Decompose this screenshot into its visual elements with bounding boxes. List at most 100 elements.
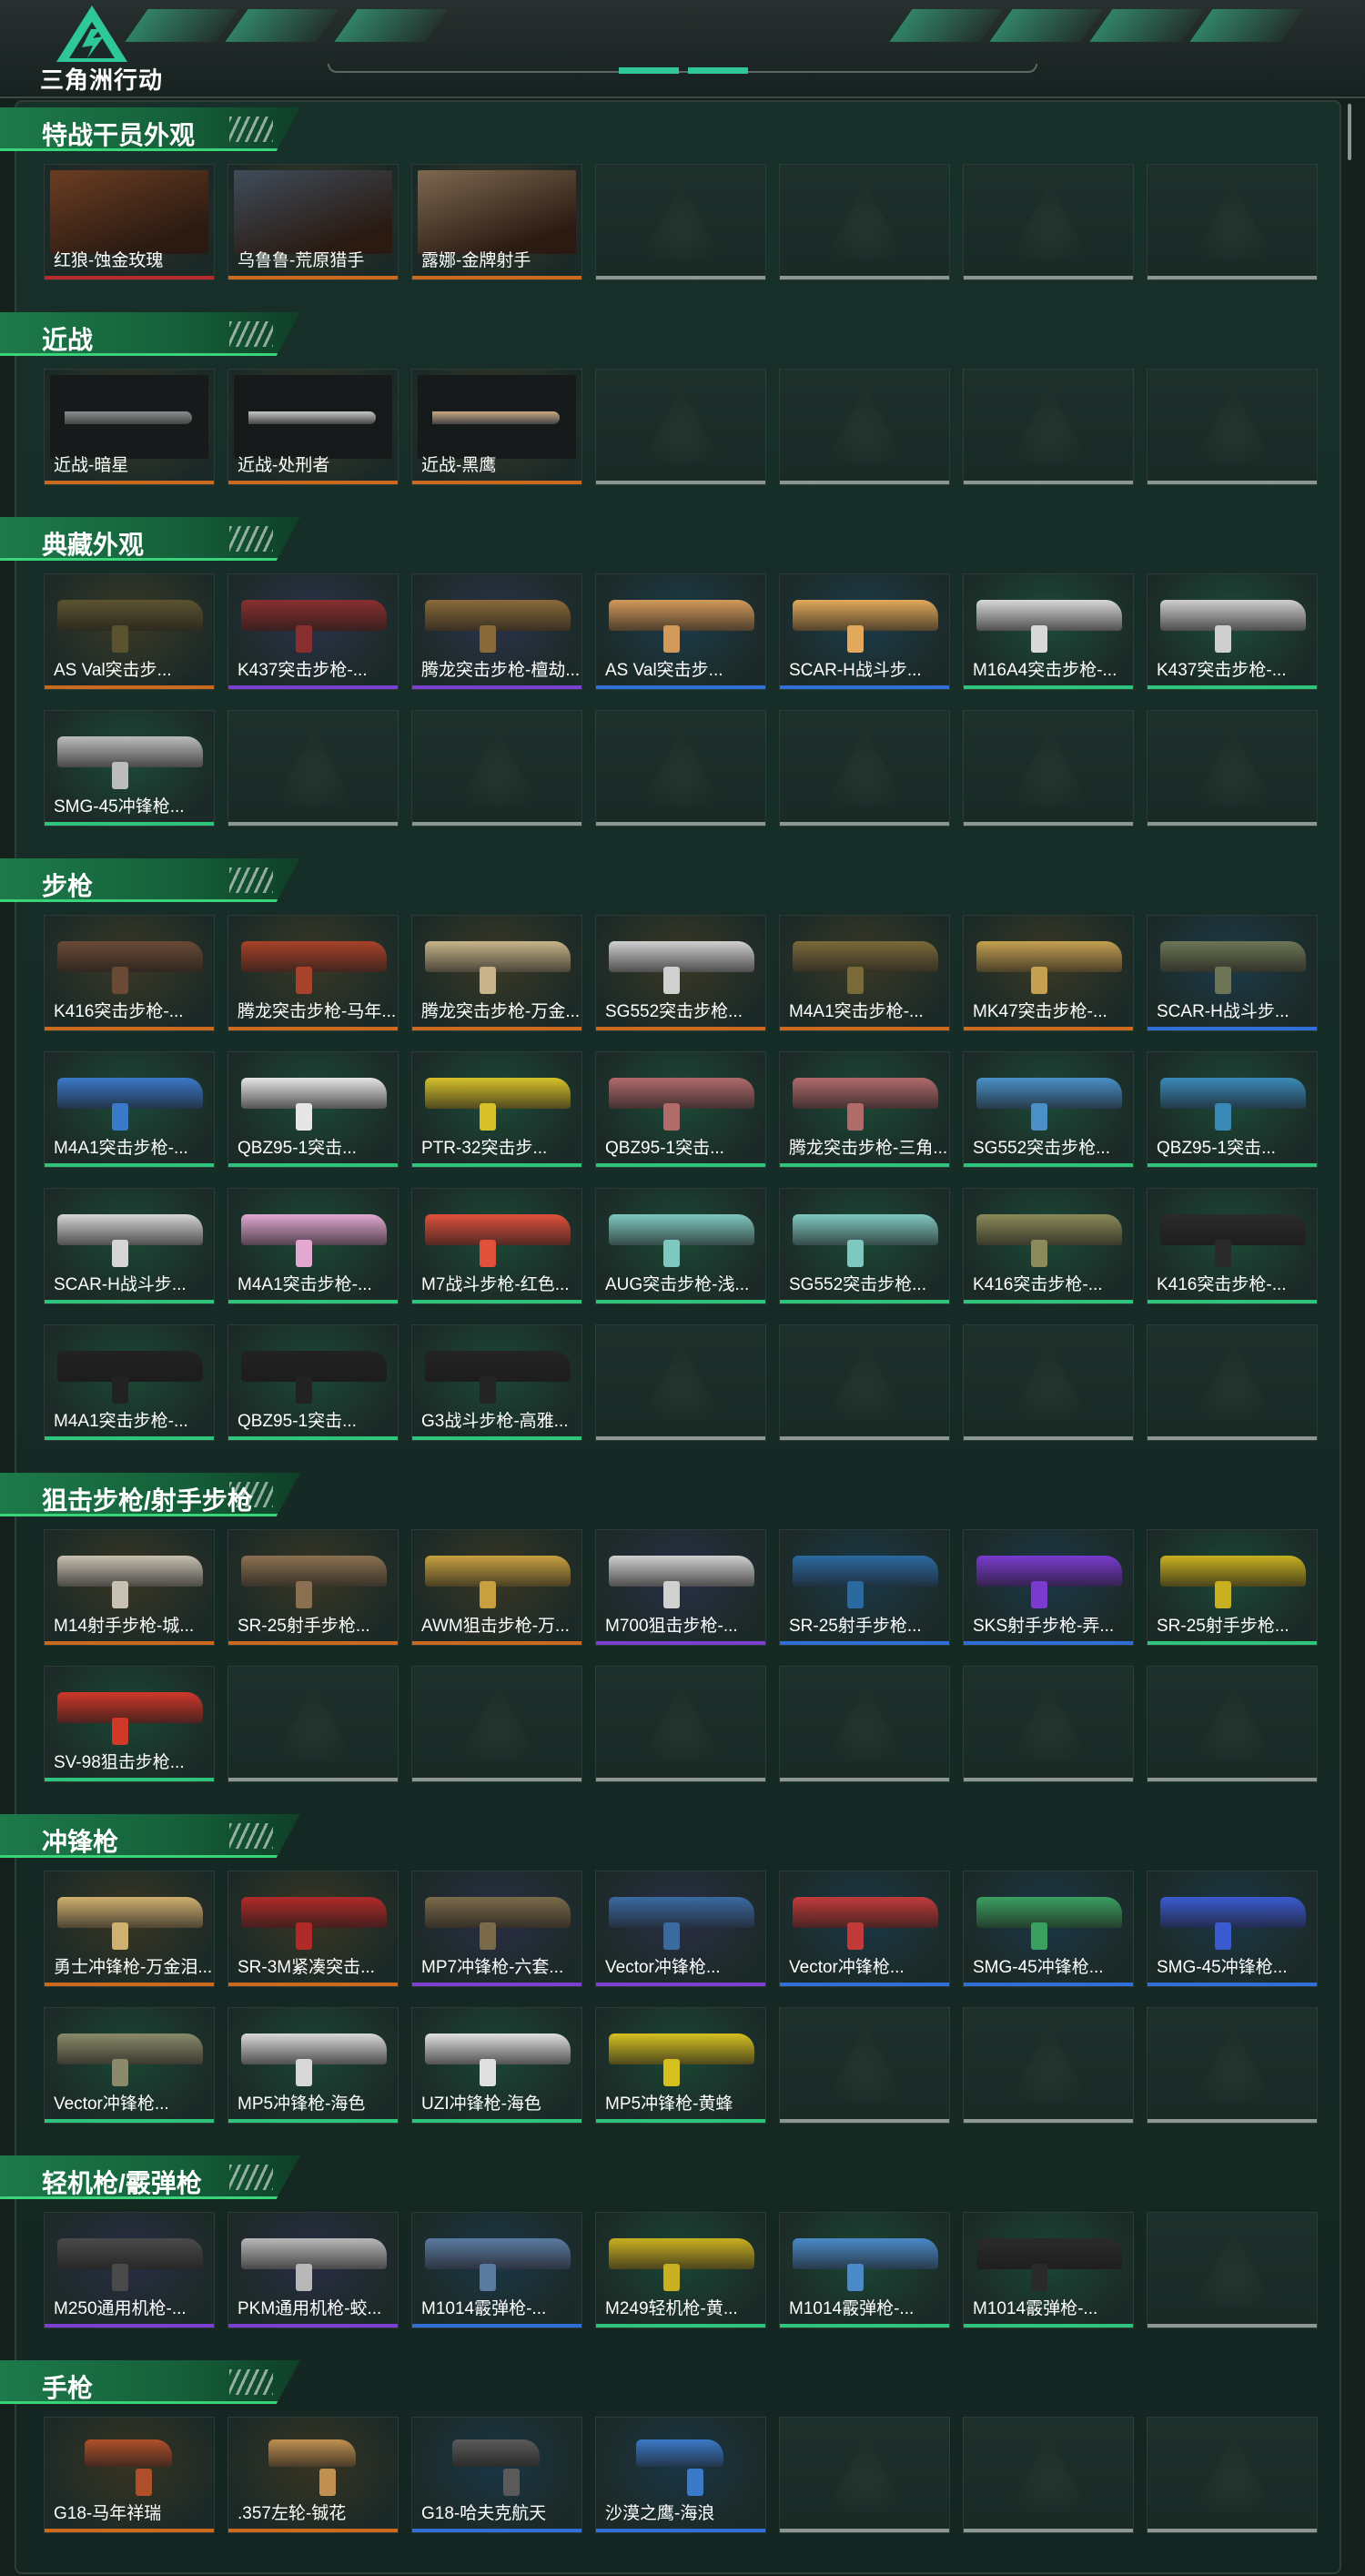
item-thumbnail [412, 1325, 581, 1413]
item-card[interactable]: G18-哈夫克航天 [411, 2417, 582, 2533]
item-card[interactable]: M14射手步枪-城... [44, 1529, 215, 1646]
item-card[interactable]: SR-25射手步枪... [779, 1529, 950, 1646]
item-card[interactable]: M700狙击步枪-... [595, 1529, 766, 1646]
item-card[interactable]: 近战-暗星 [44, 369, 215, 485]
section: 特战干员外观 红狼-蚀金玫瑰 乌鲁鲁-荒原猎手 露娜-金牌射手 [0, 107, 1365, 280]
grip-icon [296, 967, 312, 994]
item-card[interactable]: Vector冲锋枪... [44, 2007, 215, 2124]
item-card[interactable]: M16A4突击步枪-... [963, 573, 1134, 690]
item-card[interactable]: SCAR-H战斗步... [1147, 915, 1318, 1031]
item-card[interactable]: M250通用机枪-... [44, 2212, 215, 2328]
gun-icon [425, 1078, 571, 1109]
grip-icon [296, 1240, 312, 1267]
item-card[interactable]: G3战斗步枪-高雅... [411, 1324, 582, 1441]
item-card[interactable]: M1014霰弹枪-... [411, 2212, 582, 2328]
item-card[interactable]: 沙漠之鹰-海浪 [595, 2417, 766, 2533]
header-frame-line [328, 64, 1037, 73]
item-card[interactable]: M4A1突击步枪-... [44, 1324, 215, 1441]
item-card[interactable]: UZI冲锋枪-海色 [411, 2007, 582, 2124]
item-card[interactable]: SG552突击步枪... [963, 1051, 1134, 1168]
gun-icon [609, 1897, 754, 1928]
item-card[interactable]: SMG-45冲锋枪... [1147, 1871, 1318, 1987]
item-card[interactable]: QBZ95-1突击... [228, 1324, 399, 1441]
item-thumbnail [780, 1530, 949, 1618]
rarity-bar [45, 1983, 214, 1986]
empty-slot [595, 1324, 766, 1441]
item-card[interactable]: SMG-45冲锋枪... [44, 710, 215, 827]
item-card[interactable]: QBZ95-1突击... [595, 1051, 766, 1168]
item-thumbnail [228, 1189, 398, 1276]
empty-slot [595, 369, 766, 485]
header-hatch-decoration [229, 2369, 273, 2395]
item-card[interactable]: K416突击步枪-... [44, 915, 215, 1031]
rarity-bar [964, 1300, 1133, 1303]
item-card[interactable]: SR-25射手步枪... [1147, 1529, 1318, 1646]
item-card[interactable]: M249轻机枪-黄... [595, 2212, 766, 2328]
item-card[interactable]: PTR-32突击步... [411, 1051, 582, 1168]
item-label: SR-25射手步枪... [238, 1617, 370, 1636]
empty-slot [1147, 1324, 1318, 1441]
item-card[interactable]: QBZ95-1突击... [1147, 1051, 1318, 1168]
rarity-bar [228, 276, 398, 279]
pistol-icon [85, 2439, 172, 2467]
item-card[interactable]: AS Val突击步... [595, 573, 766, 690]
item-card[interactable]: MP5冲锋枪-海色 [228, 2007, 399, 2124]
item-card[interactable]: SCAR-H战斗步... [44, 1188, 215, 1304]
item-card[interactable]: K437突击步枪-... [1147, 573, 1318, 690]
item-card[interactable]: MP5冲锋枪-黄蜂 [595, 2007, 766, 2124]
item-card[interactable]: SG552突击步枪... [595, 915, 766, 1031]
item-card[interactable]: 腾龙突击步枪-三角... [779, 1051, 950, 1168]
item-thumbnail [964, 1052, 1133, 1140]
item-card[interactable]: 乌鲁鲁-荒原猎手 [228, 164, 399, 280]
item-card[interactable]: Vector冲锋枪... [779, 1871, 950, 1987]
rarity-bar [45, 276, 214, 279]
gun-icon [241, 1897, 387, 1928]
item-card[interactable]: K416突击步枪-... [1147, 1188, 1318, 1304]
empty-slot [1147, 164, 1318, 280]
grip-icon [663, 1922, 680, 1950]
item-card[interactable]: 腾龙突击步枪-檀劫... [411, 573, 582, 690]
gun-icon [241, 1556, 387, 1587]
item-card[interactable]: M4A1突击步枪-... [228, 1188, 399, 1304]
item-card[interactable]: M1014霰弹枪-... [779, 2212, 950, 2328]
item-card[interactable]: MP7冲锋枪-六套... [411, 1871, 582, 1987]
item-card[interactable]: SCAR-H战斗步... [779, 573, 950, 690]
item-card[interactable]: PKM通用机枪-蛟... [228, 2212, 399, 2328]
empty-slot [779, 2417, 950, 2533]
header-indicator [619, 67, 679, 74]
item-card[interactable]: 勇士冲锋枪-万金泪... [44, 1871, 215, 1987]
item-card[interactable]: AWM狙击步枪-万... [411, 1529, 582, 1646]
pistol-icon [268, 2439, 356, 2467]
item-card[interactable]: AS Val突击步... [44, 573, 215, 690]
item-card[interactable]: 近战-黑鹰 [411, 369, 582, 485]
item-thumbnail [228, 1530, 398, 1618]
item-card[interactable]: M7战斗步枪-红色... [411, 1188, 582, 1304]
item-card[interactable]: 腾龙突击步枪-马年... [228, 915, 399, 1031]
item-card[interactable]: 露娜-金牌射手 [411, 164, 582, 280]
item-card[interactable]: SKS射手步枪-弄... [963, 1529, 1134, 1646]
item-card[interactable]: Vector冲锋枪... [595, 1871, 766, 1987]
item-card[interactable]: M4A1突击步枪-... [779, 915, 950, 1031]
item-card[interactable]: K437突击步枪-... [228, 573, 399, 690]
item-card[interactable]: 腾龙突击步枪-万金... [411, 915, 582, 1031]
item-card[interactable]: 红狼-蚀金玫瑰 [44, 164, 215, 280]
item-card[interactable]: M4A1突击步枪-... [44, 1051, 215, 1168]
item-card[interactable]: M1014霰弹枪-... [963, 2212, 1134, 2328]
item-card[interactable]: QBZ95-1突击... [228, 1051, 399, 1168]
item-card[interactable]: SMG-45冲锋枪... [963, 1871, 1134, 1987]
item-card[interactable]: G18-马年祥瑞 [44, 2417, 215, 2533]
item-card[interactable]: 近战-处刑者 [228, 369, 399, 485]
section-header: 轻机枪/霰弹枪 [0, 2155, 300, 2199]
item-label: 勇士冲锋枪-万金泪... [54, 1958, 212, 1977]
grip-icon [687, 2469, 703, 2496]
item-card[interactable]: K416突击步枪-... [963, 1188, 1134, 1304]
item-card[interactable]: SG552突击步枪... [779, 1188, 950, 1304]
item-card[interactable]: SV-98狙击步枪... [44, 1666, 215, 1782]
item-card[interactable]: .357左轮-铖花 [228, 2417, 399, 2533]
item-card[interactable]: MK47突击步枪-... [963, 915, 1134, 1031]
gun-icon [1160, 600, 1306, 631]
item-card[interactable]: SR-25射手步枪... [228, 1529, 399, 1646]
item-label: QBZ95-1突击... [238, 1412, 357, 1431]
item-card[interactable]: AUG突击步枪-浅... [595, 1188, 766, 1304]
item-card[interactable]: SR-3M紧凑突击... [228, 1871, 399, 1987]
